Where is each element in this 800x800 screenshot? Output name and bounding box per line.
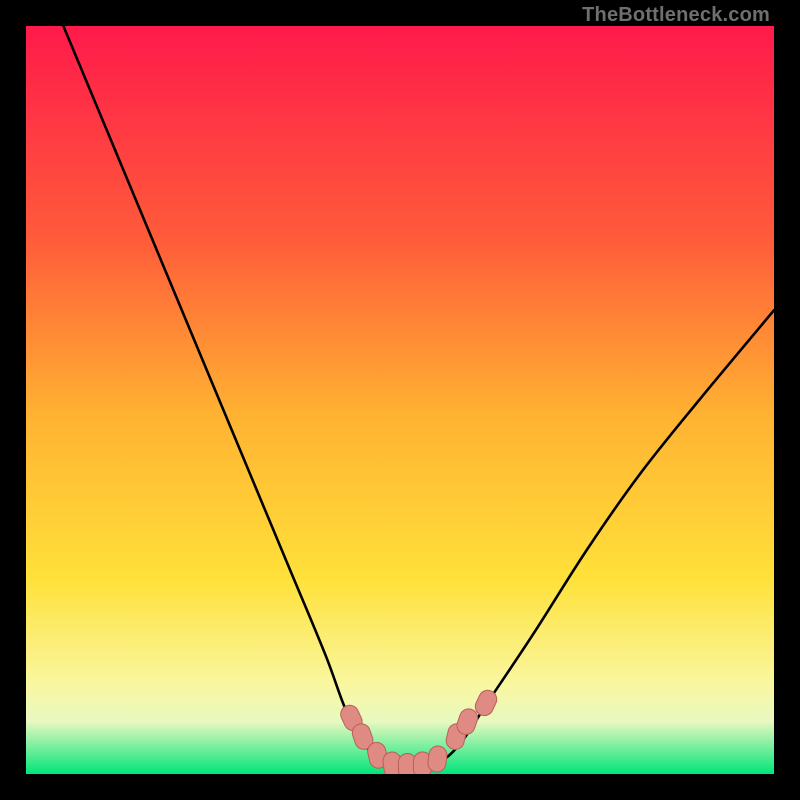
watermark-text: TheBottleneck.com [582,4,770,27]
bottleneck-chart [26,26,774,774]
plot-area [26,26,774,774]
chart-frame: TheBottleneck.com [0,0,800,800]
gradient-background [26,26,774,774]
